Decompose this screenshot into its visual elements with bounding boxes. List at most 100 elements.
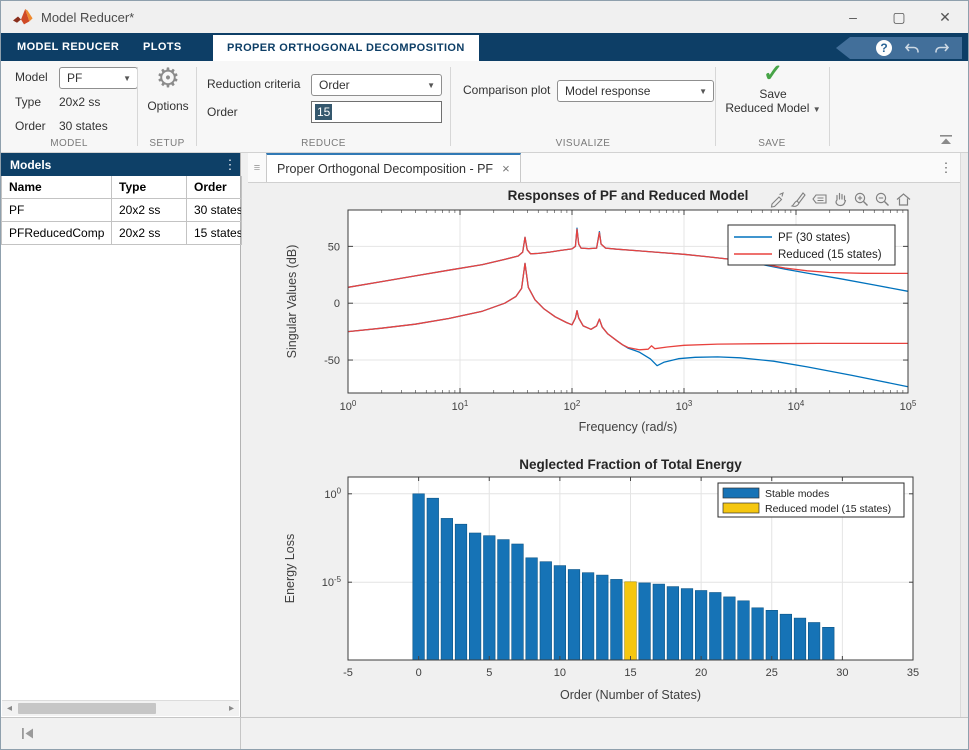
svg-text:100: 100 xyxy=(340,399,357,413)
table-cell: PF xyxy=(2,199,112,222)
models-panel: Models ⋮ Name Type Order PF20x2 ss30 sta… xyxy=(1,153,241,717)
column-header-name[interactable]: Name xyxy=(2,176,112,199)
energy-chart[interactable]: -50510152025303510010-5Stable modesReduc… xyxy=(258,455,958,707)
svg-text:-50: -50 xyxy=(324,355,340,367)
table-cell: PFReducedComp xyxy=(2,222,112,245)
svg-text:102: 102 xyxy=(564,399,581,413)
section-label-setup: SETUP xyxy=(138,138,196,149)
kebab-menu-icon[interactable]: ⋮ xyxy=(220,157,240,173)
zoom-in-icon[interactable] xyxy=(853,191,870,208)
maximize-button[interactable]: ▢ xyxy=(876,1,922,33)
check-icon: ✓ xyxy=(717,63,829,85)
pan-icon[interactable] xyxy=(832,191,849,208)
order-input[interactable]: 15 xyxy=(311,101,442,123)
comparison-plot-dropdown[interactable]: Model response ▼ xyxy=(557,80,714,102)
home-icon[interactable] xyxy=(895,191,912,208)
svg-text:0: 0 xyxy=(416,667,422,679)
export-icon[interactable] xyxy=(769,191,786,208)
models-table: Name Type Order PF20x2 ss30 statesPFRedu… xyxy=(1,176,242,245)
tab-plots[interactable]: PLOTS xyxy=(137,33,188,61)
close-tab-icon[interactable]: × xyxy=(502,161,510,176)
svg-text:Energy Loss: Energy Loss xyxy=(283,534,297,603)
table-row[interactable]: PFReducedComp20x2 ss15 states xyxy=(2,222,242,245)
document-tab-label: Proper Orthogonal Decomposition - PF xyxy=(277,162,493,176)
status-bar xyxy=(1,717,968,749)
undo-icon[interactable] xyxy=(904,41,921,55)
section-label-save: SAVE xyxy=(715,138,829,149)
svg-text:105: 105 xyxy=(900,399,917,413)
tab-model-reducer[interactable]: MODEL REDUCER xyxy=(11,33,125,61)
svg-text:20: 20 xyxy=(695,667,707,679)
svg-text:10: 10 xyxy=(554,667,566,679)
response-chart[interactable]: 100101102103104105500-50PF (30 states)Re… xyxy=(258,185,958,455)
column-header-order[interactable]: Order xyxy=(187,176,242,199)
section-label-model: MODEL xyxy=(1,138,137,149)
section-label-visualize: VISUALIZE xyxy=(451,138,715,149)
svg-text:0: 0 xyxy=(334,298,340,310)
brush-icon[interactable] xyxy=(790,191,807,208)
table-cell: 20x2 ss xyxy=(112,222,187,245)
scroll-right-icon[interactable]: ▸ xyxy=(224,701,239,716)
scroll-left-icon[interactable]: ◂ xyxy=(2,701,17,716)
type-label: Type xyxy=(15,95,41,109)
model-dropdown-value: PF xyxy=(67,71,82,85)
svg-text:50: 50 xyxy=(328,241,340,253)
section-label-reduce: REDUCE xyxy=(197,138,450,149)
document-tab-bar: ≡ Proper Orthogonal Decomposition - PF ×… xyxy=(248,153,960,183)
axes-toolbar xyxy=(769,191,912,208)
scrollbar-thumb[interactable] xyxy=(18,703,156,714)
close-button[interactable]: ✕ xyxy=(922,1,968,33)
matlab-logo-icon xyxy=(13,8,33,26)
zoom-out-icon[interactable] xyxy=(874,191,891,208)
gear-icon: ⚙ xyxy=(141,65,195,91)
reduction-criteria-dropdown[interactable]: Order ▼ xyxy=(311,74,442,96)
quick-access-toolbar: ? xyxy=(836,37,962,59)
svg-text:-5: -5 xyxy=(343,667,353,679)
singular-values-plot[interactable]: 100101102103104105500-50PF (30 states)Re… xyxy=(258,185,958,455)
section-separator xyxy=(829,67,830,146)
energy-loss-plot[interactable]: -50510152025303510010-5Stable modesReduc… xyxy=(258,455,958,707)
reduce-order-label: Order xyxy=(207,105,238,119)
collapse-ribbon-icon[interactable] xyxy=(938,134,954,146)
comparison-plot-value: Model response xyxy=(565,84,650,98)
save-reduced-model-button[interactable]: ✓ Save Reduced Model ▼ xyxy=(717,63,829,115)
save-button-line2: Reduced Model ▼ xyxy=(717,101,829,115)
help-icon[interactable]: ? xyxy=(876,40,892,56)
model-dropdown[interactable]: PF ▼ xyxy=(59,67,138,89)
order-label: Order xyxy=(15,119,46,133)
svg-text:35: 35 xyxy=(907,667,919,679)
section-separator xyxy=(715,67,716,146)
type-value: 20x2 ss xyxy=(59,95,100,109)
options-button[interactable]: ⚙ Options xyxy=(141,65,195,113)
chevron-down-icon: ▼ xyxy=(427,75,435,96)
table-cell: 15 states xyxy=(187,222,242,245)
column-header-type[interactable]: Type xyxy=(112,176,187,199)
datatips-icon[interactable] xyxy=(811,191,828,208)
document-tab[interactable]: Proper Orthogonal Decomposition - PF × xyxy=(266,153,521,182)
minimize-button[interactable]: – xyxy=(830,1,876,33)
window-title: Model Reducer* xyxy=(41,10,134,25)
svg-text:10-5: 10-5 xyxy=(322,575,342,589)
document-grip-icon[interactable]: ≡ xyxy=(250,158,264,178)
redo-icon[interactable] xyxy=(933,41,950,55)
svg-text:Neglected Fraction of Total En: Neglected Fraction of Total Energy xyxy=(519,457,742,472)
window-right-gutter xyxy=(960,153,968,717)
table-row[interactable]: PF20x2 ss30 states xyxy=(2,199,242,222)
horizontal-scrollbar[interactable]: ◂ ▸ xyxy=(2,700,239,716)
models-table-header: Name Type Order xyxy=(2,176,242,199)
kebab-menu-icon[interactable]: ⋮ xyxy=(938,160,954,176)
reduction-criteria-value: Order xyxy=(319,78,350,92)
svg-text:25: 25 xyxy=(766,667,778,679)
chevron-down-icon: ▼ xyxy=(123,68,131,89)
svg-text:15: 15 xyxy=(624,667,636,679)
document-area: ≡ Proper Orthogonal Decomposition - PF ×… xyxy=(248,153,960,717)
collapse-panel-icon[interactable] xyxy=(21,727,35,740)
section-separator xyxy=(196,67,197,146)
svg-text:Stable modes: Stable modes xyxy=(765,488,829,500)
app-window: Model Reducer* – ▢ ✕ MODEL REDUCER PLOTS… xyxy=(0,0,969,750)
models-panel-title: Models xyxy=(10,158,220,172)
svg-text:104: 104 xyxy=(788,399,805,413)
svg-text:30: 30 xyxy=(836,667,848,679)
tab-proper-orthogonal-decomposition[interactable]: PROPER ORTHOGONAL DECOMPOSITION xyxy=(213,35,479,61)
svg-text:Order (Number of States): Order (Number of States) xyxy=(560,688,701,702)
